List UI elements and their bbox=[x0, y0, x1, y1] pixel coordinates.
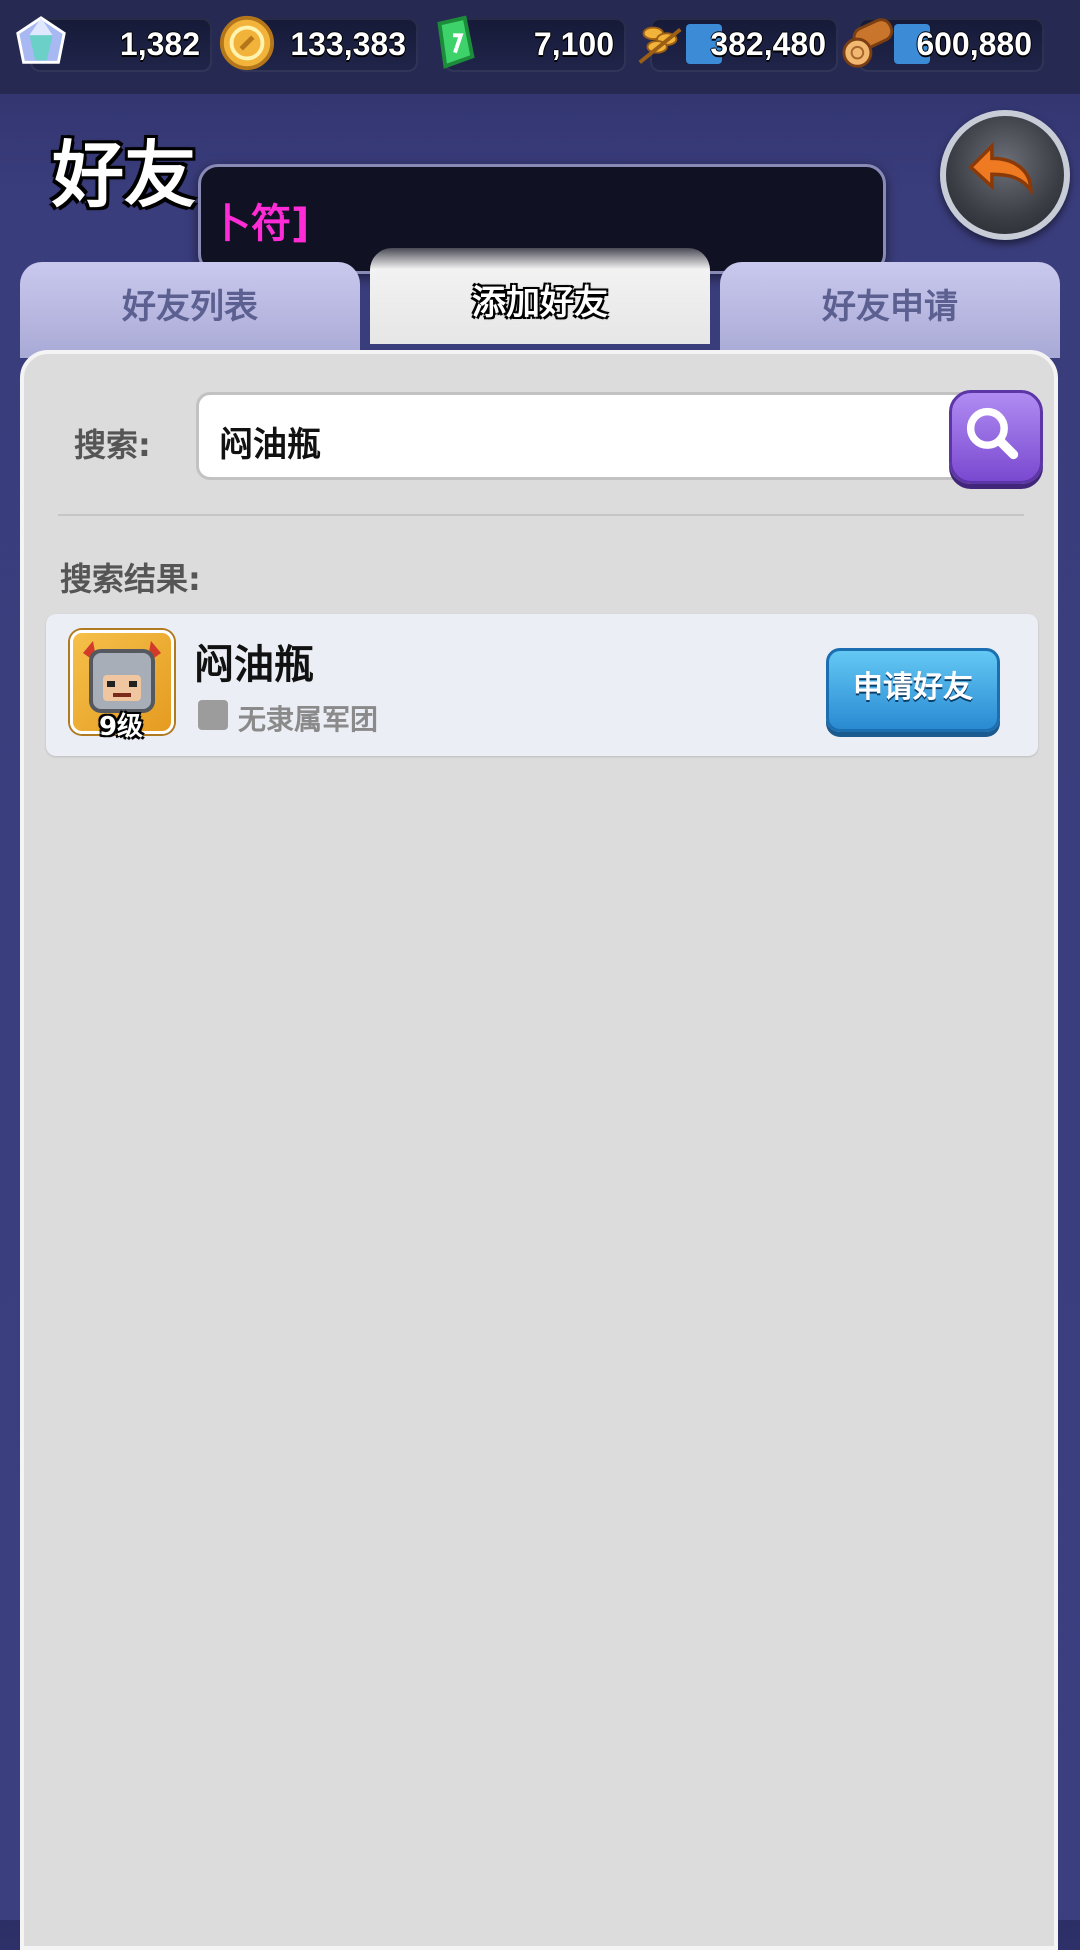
page-title: 好友 bbox=[52, 133, 197, 217]
back-arrow-icon bbox=[968, 141, 1033, 196]
search-icon bbox=[966, 407, 1019, 460]
log-icon bbox=[842, 18, 894, 68]
player-legion: 无隶属军团 bbox=[238, 703, 379, 736]
resource-badge[interactable]: 7,100 bbox=[437, 15, 626, 72]
tooltip-text: 卜符] bbox=[211, 201, 310, 247]
legion-emblem-icon bbox=[198, 700, 228, 730]
green-badge-icon bbox=[437, 15, 475, 69]
coin-icon bbox=[219, 15, 275, 71]
tab-friend-requests[interactable]: 好友申请 bbox=[720, 262, 1060, 358]
resource-diamond[interactable]: 1,382 bbox=[16, 16, 212, 72]
search-input-value: 闷油瓶 bbox=[219, 425, 321, 465]
divider bbox=[58, 514, 1024, 516]
tab-add-friend[interactable]: 添加好友 bbox=[370, 248, 710, 344]
search-button[interactable] bbox=[949, 390, 1043, 484]
result-row: 9级 闷油瓶 无隶属军团 申请好友 bbox=[46, 614, 1038, 756]
add-friend-panel: 搜索: 闷油瓶 搜索结果: 9级 闷油瓶 无隶属军团 申请好友 bbox=[20, 350, 1058, 1950]
badge-count: 7,100 bbox=[533, 26, 614, 62]
resource-bar: 1,382 133,383 7,100 382,480 600,880 bbox=[0, 0, 1080, 94]
gem-icon bbox=[16, 16, 66, 64]
resource-wheat[interactable]: 382,480 bbox=[638, 18, 838, 72]
diamond-count: 1,382 bbox=[119, 26, 200, 62]
apply-friend-button[interactable]: 申请好友 bbox=[826, 648, 1000, 732]
search-results-label: 搜索结果: bbox=[60, 560, 201, 598]
player-name: 闷油瓶 bbox=[194, 642, 314, 688]
wood-count: 600,880 bbox=[916, 26, 1032, 62]
resource-wood[interactable]: 600,880 bbox=[842, 18, 1044, 72]
tab-friend-list[interactable]: 好友列表 bbox=[20, 262, 360, 358]
search-input[interactable]: 闷油瓶 bbox=[196, 392, 986, 480]
wheat-icon bbox=[638, 26, 682, 64]
player-level-badge: 9级 bbox=[98, 712, 144, 742]
resource-gold[interactable]: 133,383 bbox=[219, 15, 418, 72]
wheat-count: 382,480 bbox=[710, 26, 826, 62]
gold-count: 133,383 bbox=[290, 26, 406, 62]
search-label: 搜索: bbox=[74, 426, 151, 464]
back-button[interactable] bbox=[940, 110, 1070, 240]
